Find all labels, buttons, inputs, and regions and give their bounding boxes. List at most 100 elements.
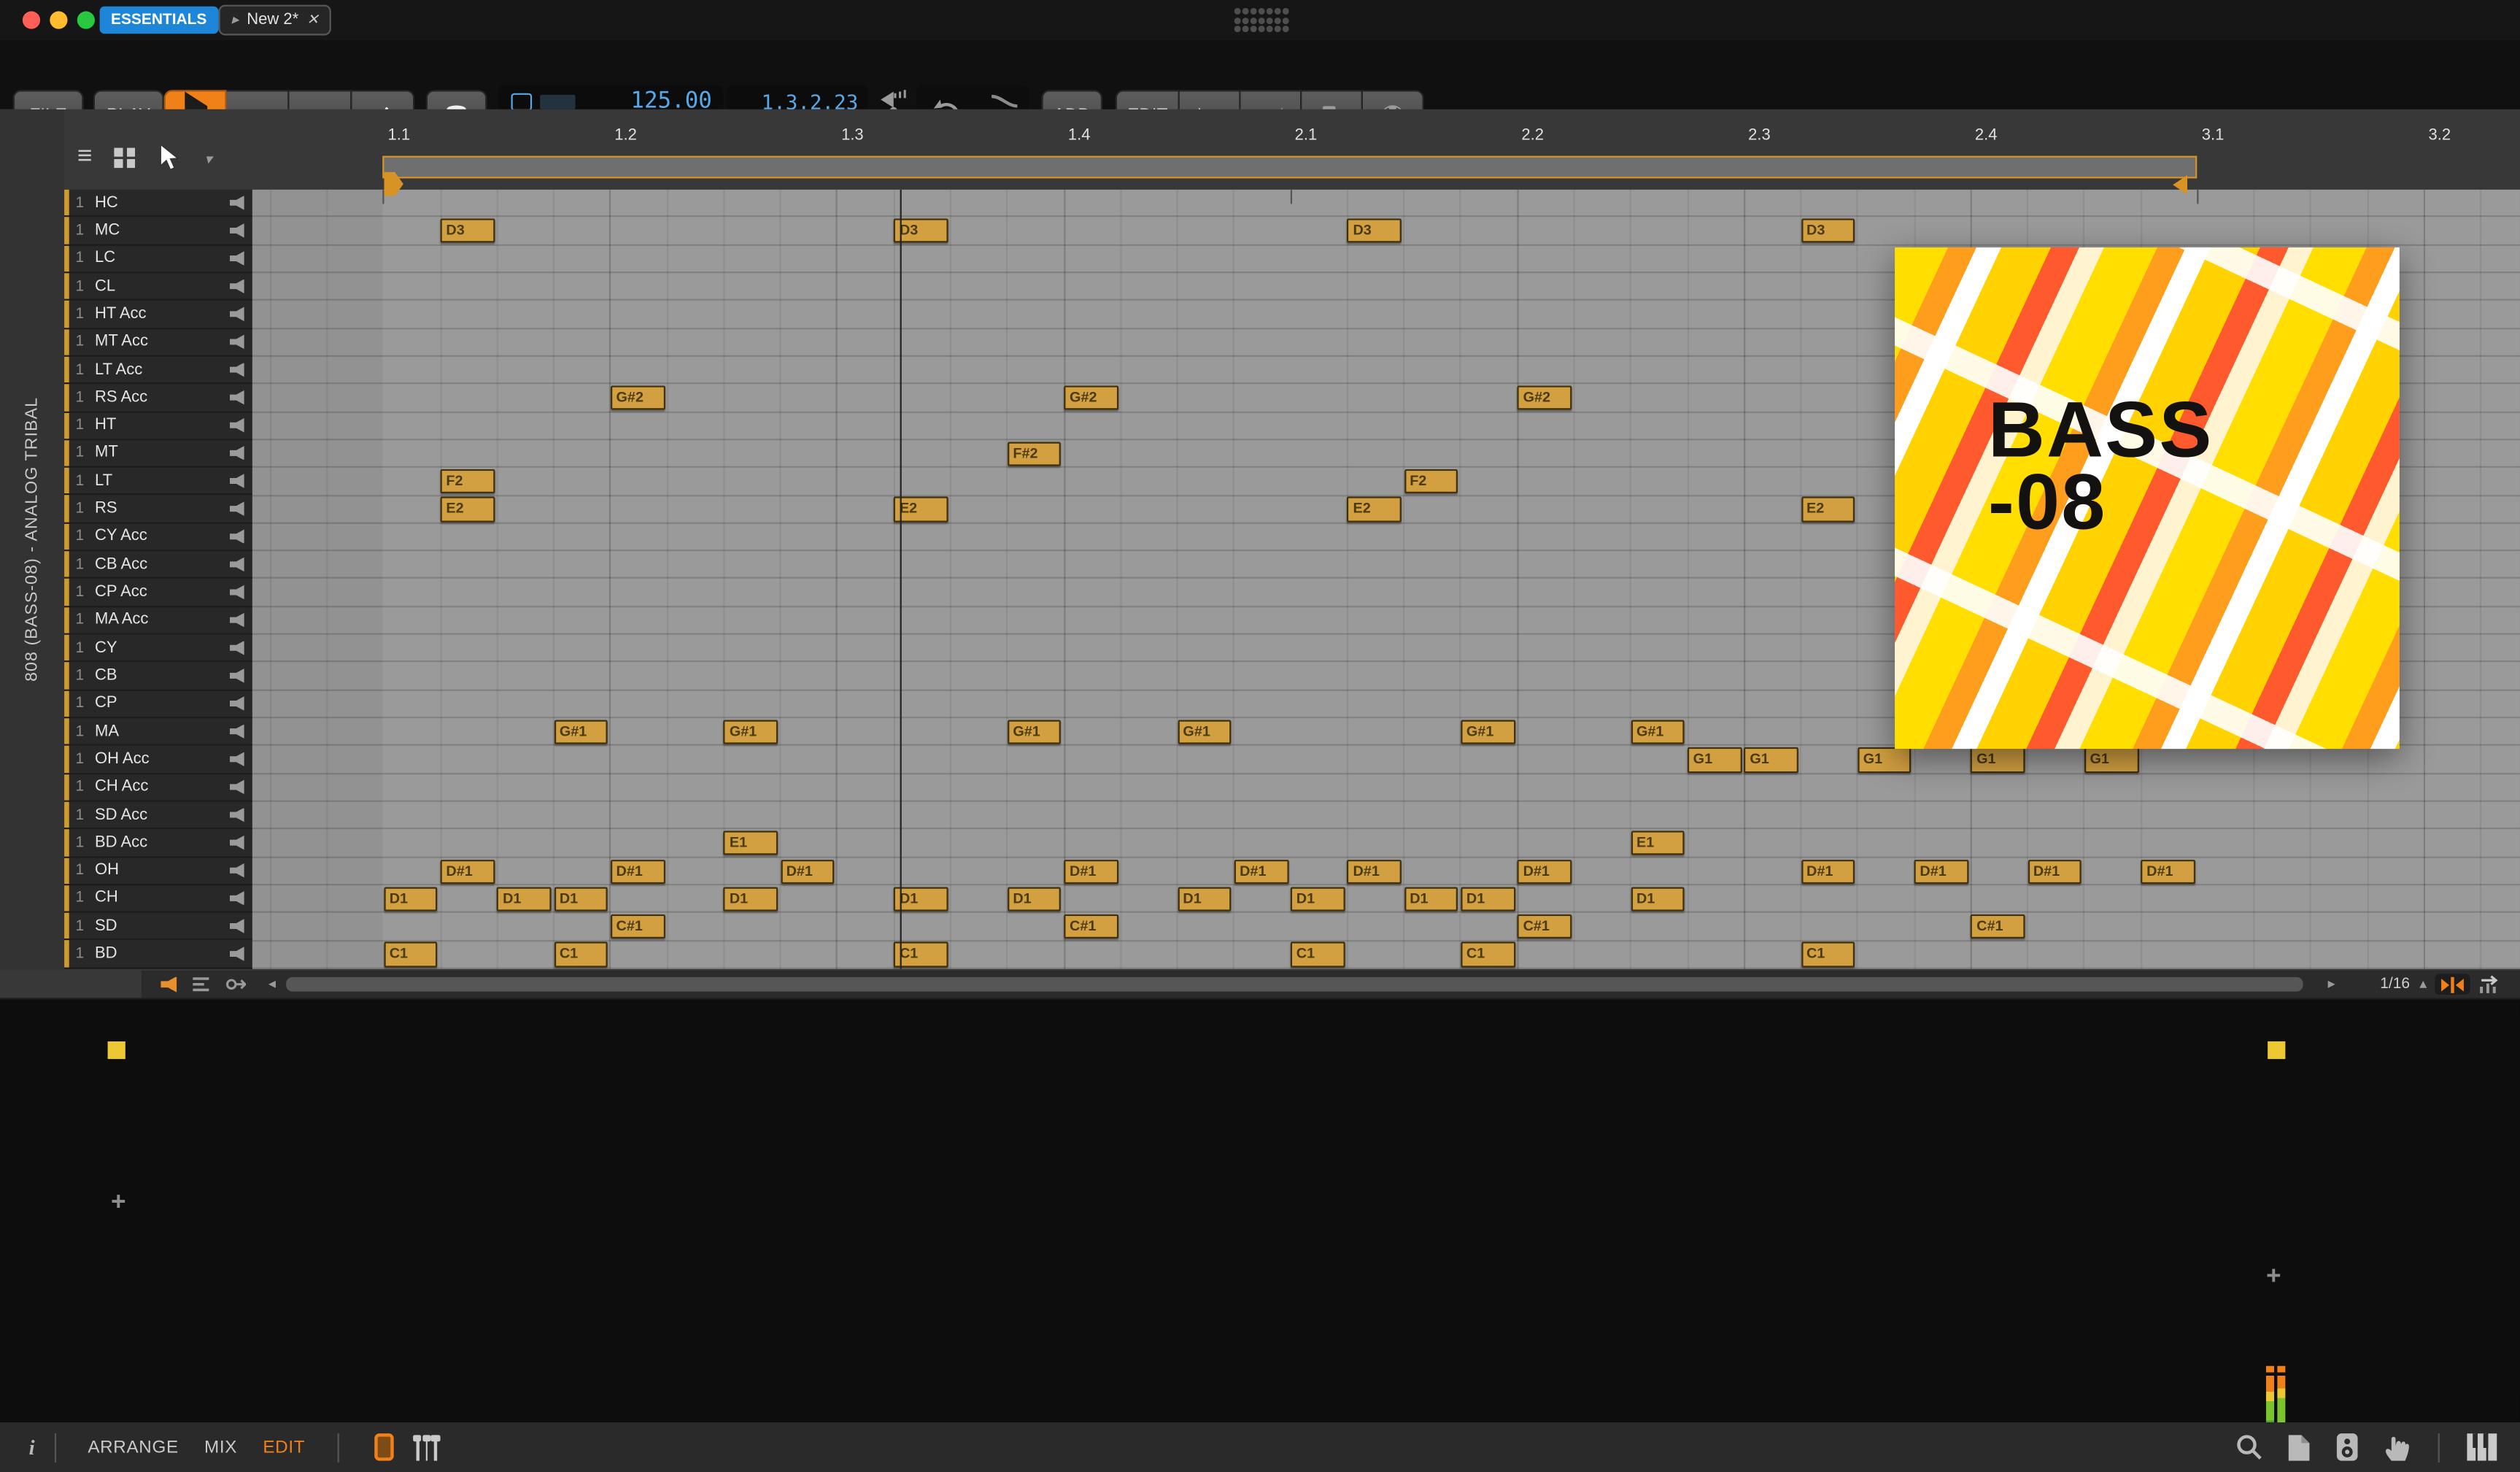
note-g1[interactable]: G1 <box>1971 747 2025 773</box>
note-c1[interactable]: C1 <box>384 942 438 968</box>
note-d3[interactable]: D3 <box>1801 218 1855 244</box>
mute-speaker-icon[interactable] <box>230 890 244 906</box>
fade-out-icon[interactable] <box>990 92 1019 111</box>
note-d#1[interactable]: D#1 <box>1347 858 1402 884</box>
note-g#1[interactable]: G#1 <box>1007 720 1062 744</box>
drum-key-row-lt-acc[interactable]: 1 LT Acc <box>64 356 252 385</box>
note-d#1[interactable]: D#1 <box>1801 858 1855 884</box>
mute-speaker-icon[interactable] <box>230 696 244 711</box>
scroll-right-icon[interactable]: ▸ <box>2328 976 2335 993</box>
note-g#1[interactable]: G#1 <box>1177 720 1232 744</box>
snap-up-icon[interactable]: ▴ <box>2419 976 2427 993</box>
touch-hand-icon[interactable] <box>2384 1433 2411 1462</box>
note-d1[interactable]: D1 <box>1007 887 1062 912</box>
layered-mode-icon[interactable] <box>191 976 210 993</box>
note-fold-icon[interactable] <box>2478 974 2501 995</box>
note-f#2[interactable]: F#2 <box>1007 441 1062 466</box>
note-e1[interactable]: E1 <box>1631 831 1685 856</box>
mute-speaker-icon[interactable] <box>230 557 244 572</box>
note-d1[interactable]: D1 <box>1461 887 1515 912</box>
drum-key-row-cl[interactable]: 1 CL <box>64 273 252 301</box>
note-e1[interactable]: E1 <box>724 831 778 856</box>
note-g1[interactable]: G1 <box>1687 747 1742 773</box>
mute-speaker-icon[interactable] <box>230 724 244 739</box>
mute-speaker-icon[interactable] <box>230 279 244 294</box>
loop-region[interactable] <box>382 155 2197 179</box>
drum-key-row-ht-acc[interactable]: 1 HT Acc <box>64 301 252 329</box>
note-g#2[interactable]: G#2 <box>610 385 665 411</box>
browser-file-icon[interactable] <box>2287 1433 2311 1462</box>
close-tab-icon[interactable] <box>306 11 319 28</box>
tool-dropdown-icon[interactable] <box>205 143 212 172</box>
drum-key-row-mt-acc[interactable]: 1 MT Acc <box>64 328 252 357</box>
drum-key-row-lc[interactable]: 1 LC <box>64 245 252 274</box>
close-window-button[interactable] <box>22 11 41 29</box>
mute-speaker-icon[interactable] <box>230 612 244 628</box>
note-d1[interactable]: D1 <box>554 887 608 912</box>
view-edit[interactable]: EDIT <box>263 1438 305 1457</box>
follow-playback-icon[interactable] <box>225 976 247 993</box>
timeline-ruler[interactable]: 1.1 1.2 1.3 1.4 2.1 2.2 2.3 2.4 3.1 3.2 <box>252 126 2520 155</box>
mute-speaker-icon[interactable] <box>230 863 244 878</box>
note-d1[interactable]: D1 <box>1404 887 1458 912</box>
mute-speaker-icon[interactable] <box>230 807 244 822</box>
note-g1[interactable]: G1 <box>2084 747 2138 773</box>
drum-key-row-lt[interactable]: 1 LT <box>64 468 252 496</box>
drum-key-row-bd[interactable]: 1 BD <box>64 941 252 969</box>
search-icon[interactable] <box>2235 1433 2262 1460</box>
drum-key-row-ch-acc[interactable]: 1 CH Acc <box>64 774 252 802</box>
tab-document[interactable]: New 2* <box>218 4 332 36</box>
drum-key-row-ht[interactable]: 1 HT <box>64 412 252 440</box>
note-d#1[interactable]: D#1 <box>1064 858 1118 884</box>
note-g#1[interactable]: G#1 <box>1461 720 1515 744</box>
info-icon[interactable]: i <box>29 1434 35 1460</box>
note-c#1[interactable]: C#1 <box>1971 914 2025 939</box>
note-f2[interactable]: F2 <box>440 469 495 494</box>
mute-speaker-icon[interactable] <box>230 640 244 655</box>
note-d3[interactable]: D3 <box>1347 218 1402 244</box>
tab-essentials[interactable]: ESSENTIALS <box>99 6 218 34</box>
drum-key-row-hc[interactable]: 1 HC <box>64 189 252 217</box>
note-c1[interactable]: C1 <box>1291 942 1345 968</box>
mute-speaker-icon[interactable] <box>230 445 244 461</box>
note-d1[interactable]: D1 <box>1631 887 1685 912</box>
note-e2[interactable]: E2 <box>440 497 495 522</box>
mute-speaker-icon[interactable] <box>230 947 244 962</box>
mute-speaker-icon[interactable] <box>230 417 244 433</box>
note-d#1[interactable]: D#1 <box>610 858 665 884</box>
mute-speaker-icon[interactable] <box>230 390 244 405</box>
drum-key-row-cy[interactable]: 1 CY <box>64 634 252 663</box>
note-c1[interactable]: C1 <box>554 942 608 968</box>
mute-speaker-icon[interactable] <box>230 835 244 850</box>
track-color-swatch[interactable] <box>107 1041 125 1060</box>
note-g#1[interactable]: G#1 <box>554 720 608 744</box>
drum-key-row-cp-acc[interactable]: 1 CP Acc <box>64 579 252 607</box>
drum-key-row-ch[interactable]: 1 CH <box>64 885 252 914</box>
note-d#1[interactable]: D#1 <box>780 858 835 884</box>
note-g#1[interactable]: G#1 <box>1631 720 1685 744</box>
add-device-right-button[interactable]: + <box>2266 1263 2281 1292</box>
note-d1[interactable]: D1 <box>384 887 438 912</box>
mute-speaker-icon[interactable] <box>230 585 244 600</box>
note-d#1[interactable]: D#1 <box>1914 858 1968 884</box>
drum-grid-mode-icon[interactable] <box>115 147 136 169</box>
mute-speaker-icon[interactable] <box>230 195 244 210</box>
drum-key-row-cy-acc[interactable]: 1 CY Acc <box>64 523 252 552</box>
detail-editor-toggle-icon[interactable] <box>374 1433 394 1461</box>
mute-speaker-icon[interactable] <box>230 779 244 795</box>
snap-toggle[interactable] <box>2435 974 2470 995</box>
note-d#1[interactable]: D#1 <box>2141 858 2195 884</box>
drum-key-row-mc[interactable]: 1 MC <box>64 217 252 246</box>
drum-key-row-ma-acc[interactable]: 1 MA Acc <box>64 606 252 635</box>
mute-speaker-icon[interactable] <box>230 334 244 350</box>
monitor-speaker-icon[interactable] <box>2335 1432 2359 1463</box>
drum-key-row-rs-acc[interactable]: 1 RS Acc <box>64 384 252 412</box>
device-panel-toggle-icon[interactable] <box>413 1434 440 1460</box>
drum-key-row-oh[interactable]: 1 OH <box>64 857 252 885</box>
drum-key-row-cb[interactable]: 1 CB <box>64 662 252 691</box>
piano-keys-icon[interactable] <box>2467 1433 2497 1461</box>
drum-key-row-ma[interactable]: 1 MA <box>64 718 252 747</box>
drum-key-row-oh-acc[interactable]: 1 OH Acc <box>64 746 252 774</box>
audition-speaker-icon[interactable] <box>161 976 177 993</box>
scroll-left-icon[interactable]: ◂ <box>268 976 276 993</box>
